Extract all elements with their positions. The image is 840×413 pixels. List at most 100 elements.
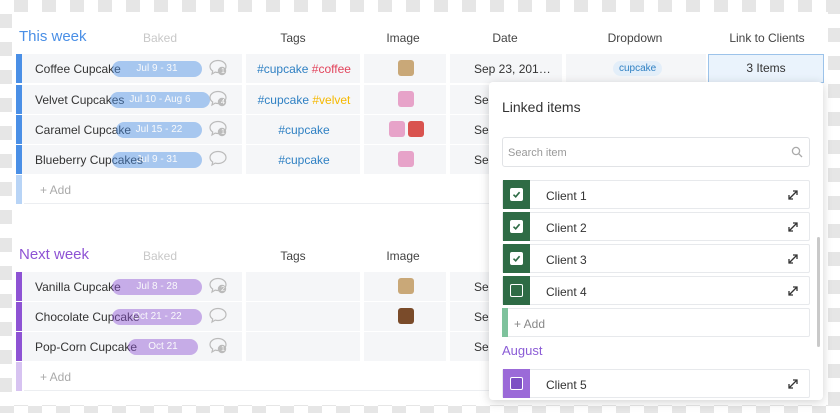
column-header-baked[interactable]: Baked xyxy=(120,249,200,263)
expand-icon[interactable] xyxy=(787,189,799,201)
add-item-label[interactable]: + Add xyxy=(40,183,71,197)
column-header-date[interactable]: Date xyxy=(465,31,545,45)
expand-icon[interactable] xyxy=(787,378,799,390)
linked-item[interactable]: Client 4 xyxy=(502,276,810,305)
tag[interactable]: #cupcake xyxy=(258,93,309,107)
item-label[interactable]: Client 1 xyxy=(546,189,587,203)
cupcake-image[interactable] xyxy=(398,278,414,294)
expand-icon[interactable] xyxy=(787,285,799,297)
table-row[interactable]: Chocolate Cupcake Oct 21 - 22 Sep xyxy=(16,302,496,331)
add-item-label[interactable]: + Add xyxy=(40,370,71,384)
tag[interactable]: #velvet xyxy=(312,93,350,107)
tag[interactable]: #cupcake xyxy=(278,153,329,167)
search-icon[interactable] xyxy=(791,146,803,158)
tags-value[interactable]: #cupcake #coffee xyxy=(245,62,363,76)
popup-scrollbar[interactable] xyxy=(817,237,820,347)
tags-value[interactable]: #cupcake xyxy=(245,153,363,167)
add-linked-item[interactable]: + Add xyxy=(502,308,810,337)
cupcake-image[interactable] xyxy=(389,121,405,137)
date-value[interactable]: Sep 23, 201… xyxy=(474,62,551,76)
column-header-tags[interactable]: Tags xyxy=(253,249,333,263)
row-divider xyxy=(24,390,494,391)
linked-item[interactable]: Client 1 xyxy=(502,180,810,209)
add-item-label[interactable]: + Add xyxy=(514,317,545,331)
tag[interactable]: #cupcake xyxy=(257,62,308,76)
comment-bubble-icon[interactable] xyxy=(208,307,228,324)
comment-count: 1 xyxy=(221,346,225,353)
table-row[interactable]: Caramel Cupcake Jul 15 - 22 1 #cupcake S… xyxy=(16,115,496,144)
comment-count: 4 xyxy=(221,99,225,106)
column-header-link-to-clients[interactable]: Link to Clients xyxy=(717,31,817,45)
timeline-pill[interactable]: Jul 9 - 31 xyxy=(112,61,202,77)
cupcake-image[interactable] xyxy=(408,121,424,137)
item-name[interactable]: Pop-Corn Cupcake xyxy=(35,340,137,354)
row-color-bar xyxy=(16,362,22,391)
timeline-pill[interactable]: Oct 21 xyxy=(128,339,198,355)
item-name[interactable]: Vanilla Cupcake xyxy=(35,280,121,294)
checkbox-unchecked[interactable] xyxy=(510,377,523,390)
link-to-clients-cell[interactable]: 3 Items xyxy=(708,54,824,83)
expand-icon[interactable] xyxy=(787,221,799,233)
cupcake-image[interactable] xyxy=(398,60,414,76)
checkbox-cell[interactable] xyxy=(503,212,530,241)
checkbox-unchecked[interactable] xyxy=(510,284,523,297)
add-item-row[interactable]: + Add xyxy=(16,362,496,391)
tag[interactable]: #coffee xyxy=(312,62,351,76)
timeline-pill[interactable]: Jul 15 - 22 xyxy=(116,122,202,138)
table-row[interactable]: Pop-Corn Cupcake Oct 21 1 Sep xyxy=(16,332,496,361)
popup-group-label: August xyxy=(502,343,543,358)
comment-bubble-icon[interactable] xyxy=(208,150,228,167)
table-row[interactable]: Velvet Cupcakes Jul 10 - Aug 6 4 #cupcak… xyxy=(16,85,496,114)
cupcake-image[interactable] xyxy=(398,91,414,107)
add-item-row[interactable]: + Add xyxy=(16,175,496,204)
table-row[interactable]: Coffee Cupcake Jul 9 - 31 1 #cupcake #co… xyxy=(16,54,828,83)
item-label[interactable]: Client 5 xyxy=(546,378,587,392)
linked-item[interactable]: Client 5 xyxy=(502,369,810,398)
linked-items-popup: Linked items Client 1 Client 2 Client 3 … xyxy=(489,82,823,400)
checkbox-cell[interactable] xyxy=(503,180,530,209)
dropdown-chip[interactable]: cupcake xyxy=(613,61,663,76)
table-row[interactable]: Vanilla Cupcake Jul 8 - 28 2 Sep xyxy=(16,272,496,301)
row-divider xyxy=(24,203,494,204)
item-label[interactable]: Client 2 xyxy=(546,221,587,235)
column-header-image[interactable]: Image xyxy=(363,249,443,263)
expand-icon[interactable] xyxy=(787,253,799,265)
tags-cell[interactable] xyxy=(246,332,362,361)
tags-cell[interactable] xyxy=(246,302,362,331)
tag[interactable]: #cupcake xyxy=(278,123,329,137)
table-row[interactable]: Blueberry Cupcakes Jul 9 - 31 #cupcake S… xyxy=(16,145,496,174)
linked-item[interactable]: Client 2 xyxy=(502,212,810,241)
item-name[interactable]: Coffee Cupcake xyxy=(35,62,121,76)
cupcake-image[interactable] xyxy=(398,308,414,324)
checkbox-checked[interactable] xyxy=(510,252,523,265)
image-cell[interactable] xyxy=(364,332,448,361)
tags-value[interactable]: #cupcake #velvet xyxy=(245,93,363,107)
comment-count: 2 xyxy=(221,286,225,293)
search-box[interactable] xyxy=(502,137,810,167)
image-cell[interactable] xyxy=(364,115,448,144)
item-label[interactable]: Client 4 xyxy=(546,285,587,299)
item-label[interactable]: Client 3 xyxy=(546,253,587,267)
timeline-pill[interactable]: Jul 10 - Aug 6 xyxy=(110,92,210,108)
group-title[interactable]: This week xyxy=(19,28,87,45)
cupcake-image[interactable] xyxy=(398,151,414,167)
timeline-pill[interactable]: Oct 21 - 22 xyxy=(112,309,202,325)
column-header-dropdown[interactable]: Dropdown xyxy=(595,31,675,45)
timeline-pill[interactable]: Jul 8 - 28 xyxy=(112,279,202,295)
tags-value[interactable]: #cupcake xyxy=(245,123,363,137)
timeline-pill[interactable]: Jul 9 - 31 xyxy=(112,152,202,168)
checkbox-cell[interactable] xyxy=(503,276,530,305)
tags-cell[interactable] xyxy=(246,272,362,301)
linked-item[interactable]: Client 3 xyxy=(502,244,810,273)
search-input[interactable] xyxy=(508,144,778,162)
column-header-tags[interactable]: Tags xyxy=(253,31,333,45)
group-this-week: This week Baked Tags Image Date Dropdown… xyxy=(12,12,828,204)
checkbox-checked[interactable] xyxy=(510,188,523,201)
comment-count: 1 xyxy=(221,68,225,75)
checkbox-checked[interactable] xyxy=(510,220,523,233)
column-header-image[interactable]: Image xyxy=(363,31,443,45)
checkbox-cell[interactable] xyxy=(503,369,530,398)
checkbox-cell[interactable] xyxy=(503,244,530,273)
column-header-baked[interactable]: Baked xyxy=(120,31,200,45)
group-title[interactable]: Next week xyxy=(19,246,89,263)
